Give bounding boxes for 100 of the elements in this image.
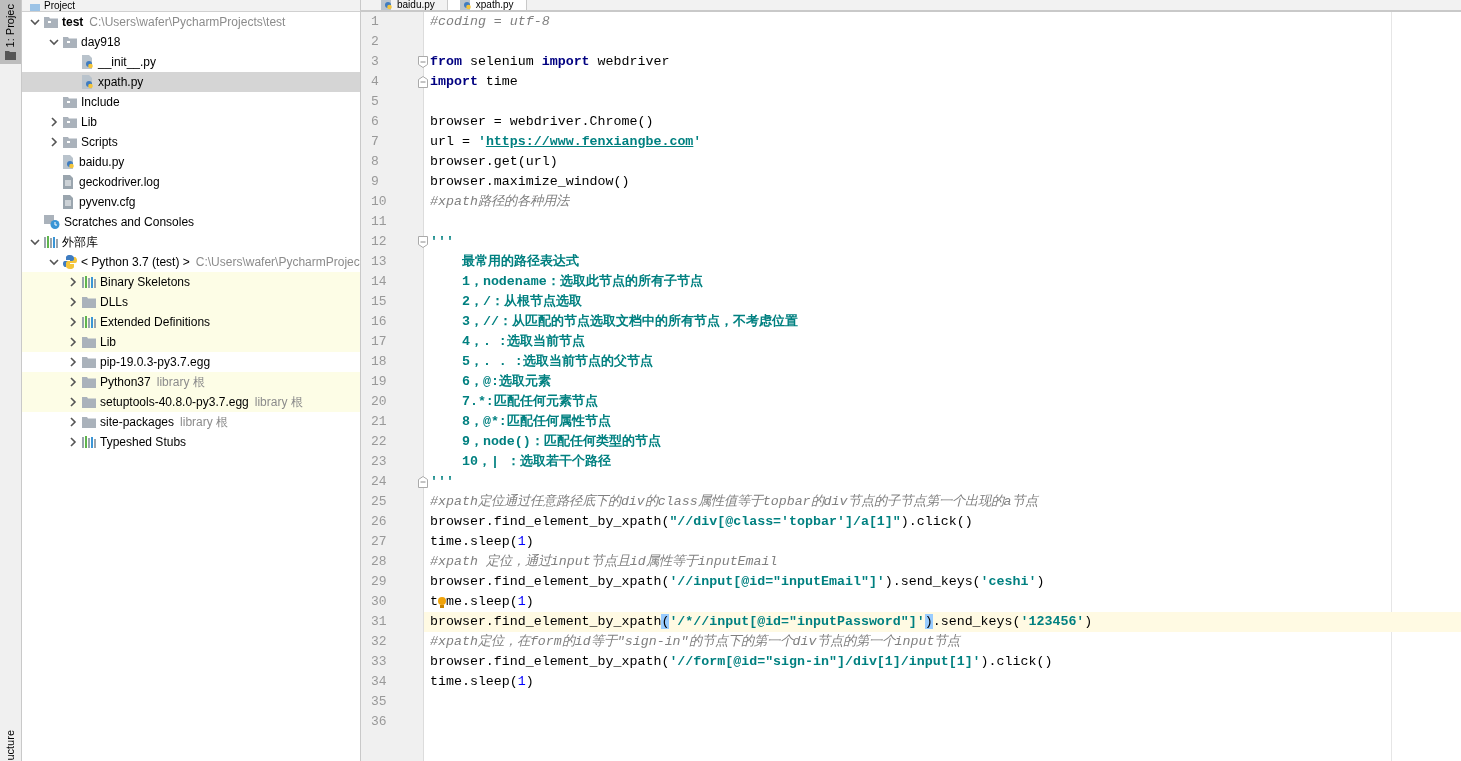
chevron-right-icon[interactable] (68, 297, 78, 307)
tool-window-tab[interactable]: 1: Projec (0, 0, 21, 64)
tree-row[interactable]: Include (22, 92, 360, 112)
tree-row[interactable]: Python37 library 根 (22, 372, 360, 392)
tree-row[interactable]: Scripts (22, 132, 360, 152)
tree-row[interactable]: __init__.py (22, 52, 360, 72)
line-number: 6 (370, 113, 379, 132)
tree-row[interactable]: Scratches and Consoles (22, 212, 360, 232)
editor-tab[interactable]: xpath.py (446, 0, 527, 10)
python-file-icon (82, 75, 94, 89)
line-number: 25 (370, 493, 387, 512)
node-label: 外部库 (62, 234, 98, 251)
code-line: 4，. :选取当前节点 (460, 333, 585, 351)
folder-icon (63, 36, 77, 48)
python-file-icon (381, 0, 393, 10)
line-number: 17 (370, 333, 387, 352)
code-line: browser.find_element_by_xpath("//div[@class='topbar']/a[1]").click() (430, 513, 973, 531)
chevron-right-icon[interactable] (68, 357, 78, 367)
chevron-down-icon[interactable] (30, 17, 40, 27)
tree-row[interactable]: 外部库 (22, 232, 360, 252)
text-file-icon (63, 175, 75, 189)
node-label: xpath.py (98, 74, 144, 91)
node-label: baidu.py (79, 154, 125, 171)
library-icon (82, 436, 96, 448)
tree-row[interactable]: pip-19.0.3-py3.7.egg (22, 352, 360, 372)
tree-row[interactable]: < Python 3.7 (test) > C:\Users\wafer\PycharmProjec (22, 252, 360, 272)
chevron-down-icon[interactable] (49, 257, 59, 267)
tree-row[interactable]: DLLs (22, 292, 360, 312)
node-label: day918 (81, 34, 121, 51)
chevron-right-icon[interactable] (68, 317, 78, 327)
line-number: 27 (370, 533, 387, 552)
line-number: 13 (370, 253, 387, 272)
tree-row[interactable]: setuptools-40.8.0-py3.7.egg library 根 (22, 392, 360, 412)
tree-row[interactable]: Lib (22, 332, 360, 352)
line-number: 35 (370, 693, 387, 712)
chevron-right-icon[interactable] (68, 397, 78, 407)
folder-icon (82, 356, 96, 368)
lightbulb-icon[interactable] (438, 595, 446, 609)
node-label: Lib (100, 334, 116, 351)
tree-row[interactable]: Extended Definitions (22, 312, 360, 332)
tree-row[interactable]: xpath.py (22, 72, 360, 92)
tree-row[interactable]: test C:\Users\wafer\PycharmProjects\test (22, 12, 360, 32)
node-label: Include (81, 94, 120, 111)
line-number: 5 (370, 93, 379, 112)
code-line: #xpath 定位，通过input节点且id属性等于inputEmail (430, 553, 778, 571)
chevron-right-icon[interactable] (68, 377, 78, 387)
chevron-right-icon[interactable] (68, 417, 78, 427)
tree-row[interactable]: baidu.py (22, 152, 360, 172)
folder-icon (63, 136, 77, 148)
line-number: 36 (370, 713, 387, 732)
line-number: 26 (370, 513, 387, 532)
line-number: 3 (370, 53, 379, 72)
line-number: 10 (370, 193, 387, 212)
line-number: 2 (370, 33, 379, 52)
folder-icon (5, 51, 16, 60)
code-line: url = 'https://www.fenxiangbe.com' (430, 133, 702, 151)
code-line: 3，//：从匹配的节点选取文档中的所有节点，不考虑位置 (460, 313, 798, 331)
node-label: __init__.py (98, 54, 157, 71)
tree-row[interactable]: Binary Skeletons (22, 272, 360, 292)
node-hint: library 根 (254, 394, 303, 411)
panel-title[interactable]: Project (44, 1, 76, 11)
code-line: import time (430, 73, 518, 91)
line-number: 9 (370, 173, 379, 192)
tree-row[interactable]: day918 (22, 32, 360, 52)
tool-window-tab[interactable]: ucture (0, 717, 21, 761)
folder-icon (82, 376, 96, 388)
node-label: test (62, 14, 84, 31)
code-line: 8，@*:匹配任何属性节点 (460, 413, 611, 431)
chevron-right-icon[interactable] (68, 337, 78, 347)
node-label: Typeshed Stubs (100, 434, 187, 451)
chevron-down-icon[interactable] (30, 237, 40, 247)
library-icon (82, 316, 96, 328)
code-line: 5，. . :选取当前节点的父节点 (460, 353, 653, 371)
scratch-icon (44, 215, 60, 229)
code-line: #xpath定位，在form的id等于"sign-in"的节点下的第一个div节点的第一个input节点 (430, 633, 961, 651)
chevron-right-icon[interactable] (49, 137, 59, 147)
editor-tab[interactable]: baidu.py (369, 0, 447, 10)
node-label: Lib (81, 114, 97, 131)
chevron-right-icon[interactable] (49, 117, 59, 127)
chevron-down-icon[interactable] (49, 37, 59, 47)
tree-row[interactable]: geckodriver.log (22, 172, 360, 192)
line-number: 31 (370, 613, 387, 632)
line-number: 29 (370, 573, 387, 592)
tree-row[interactable]: pyvenv.cfg (22, 192, 360, 212)
code-line: me.sleep(1) (446, 593, 534, 611)
node-hint: C:\Users\wafer\PycharmProjec (195, 254, 360, 271)
tree-row[interactable]: site-packages library 根 (22, 412, 360, 432)
chevron-right-icon[interactable] (68, 437, 78, 447)
code-line: ''' (430, 233, 454, 251)
code-line: 最常用的路径表达式 (460, 253, 579, 271)
tree-row[interactable]: Lib (22, 112, 360, 132)
chevron-right-icon[interactable] (68, 277, 78, 287)
code-line: time.sleep(1) (430, 673, 534, 691)
node-label: DLLs (100, 294, 128, 311)
line-number: 24 (370, 473, 387, 492)
code-line: browser.find_element_by_xpath('//form[@id="sign-in"]/div[1]/input[1]').click() (430, 653, 1053, 671)
line-number: 8 (370, 153, 379, 172)
tree-row[interactable]: Typeshed Stubs (22, 432, 360, 452)
line-number: 1 (370, 13, 379, 32)
line-number: 32 (370, 633, 387, 652)
